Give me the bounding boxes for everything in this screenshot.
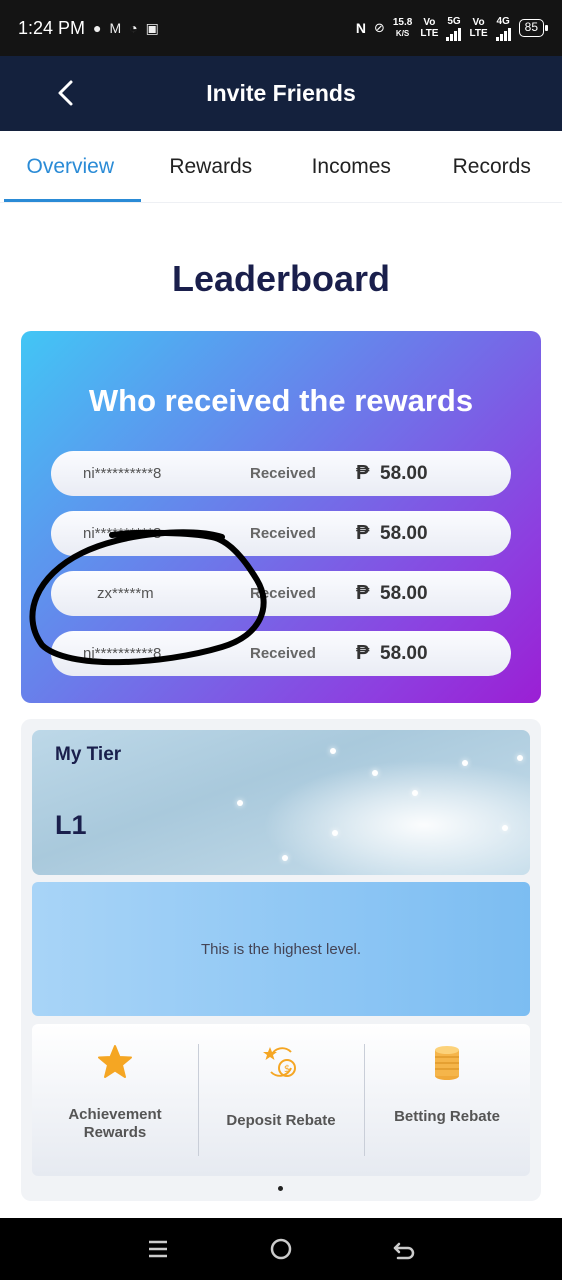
reward-status: Received	[250, 465, 316, 482]
tab-bar: Overview Rewards Incomes Records	[0, 131, 562, 203]
tab-rewards-label: Rewards	[169, 154, 253, 178]
system-nav-bar	[0, 1218, 562, 1280]
benefit-label: Betting Rebate	[394, 1108, 500, 1125]
volte-2-top: Vo	[472, 17, 485, 28]
speed-unit: K/S	[395, 29, 410, 38]
sparkle-icon	[237, 800, 243, 806]
sparkle-icon	[462, 760, 468, 766]
rewards-heading: Who received the rewards	[88, 383, 474, 418]
reward-user: ni**********8	[83, 645, 162, 662]
volte-1: Vo LTE	[420, 17, 438, 39]
deposit-rebate-icon: $	[261, 1042, 301, 1082]
page-title: Invite Friends	[206, 80, 356, 106]
reward-amount: 58.00	[380, 582, 428, 604]
benefit-label: Achievement Rewards	[68, 1106, 162, 1141]
sparkle-icon	[412, 790, 418, 796]
signal-bars-icon	[446, 27, 462, 41]
chat-notification-icon: ●	[93, 20, 102, 36]
tab-incomes-label: Incomes	[311, 154, 391, 178]
reward-status: Received	[250, 525, 316, 542]
peso-icon: ₱	[356, 462, 370, 484]
sparkle-glow	[262, 760, 530, 875]
status-bar: 1:24 PM ● M ◔ ▣ N ⊘ 15.8 K/S Vo LTE 5G V…	[0, 0, 562, 56]
reward-amount: 58.00	[380, 462, 428, 484]
volte-1-top: Vo	[423, 17, 436, 28]
leaderboard-title: Leaderboard	[171, 258, 391, 299]
signal-4g: 4G	[495, 15, 511, 41]
sparkle-icon	[282, 855, 288, 861]
tier-label: My Tier	[55, 744, 122, 765]
peso-icon: ₱	[356, 522, 370, 544]
benefits-row: Achievement Rewards $ Deposit Rebate Bet…	[32, 1024, 530, 1176]
peso-icon: ₱	[356, 582, 370, 604]
volte-2-bottom: LTE	[469, 28, 488, 39]
signal-4g-label: 4G	[496, 15, 510, 27]
battery-level: 85	[524, 20, 538, 34]
reward-status: Received	[250, 645, 316, 662]
peso-icon: ₱	[356, 642, 370, 664]
mail-icon: M	[109, 20, 122, 36]
app-notification-icon: ▣	[145, 19, 159, 36]
tab-overview-label: Overview	[26, 154, 115, 178]
battery-icon: 85	[518, 19, 549, 37]
volte-1-bottom: LTE	[420, 28, 439, 39]
benefit-label: Deposit Rebate	[226, 1112, 336, 1129]
volte-2: Vo LTE	[469, 17, 487, 39]
rewards-card: Who received the rewards ni**********8 R…	[21, 331, 541, 703]
nfc-icon: N	[355, 20, 366, 36]
app-header: Invite Friends	[0, 56, 562, 131]
tier-level: L1	[55, 810, 87, 840]
sparkle-icon	[502, 825, 508, 831]
bell-icon: ◔	[129, 20, 138, 36]
reward-user: ni**********8	[83, 525, 162, 542]
speed-value: 15.8	[392, 17, 413, 28]
status-time: 1:24 PM	[18, 17, 86, 38]
tier-panel: My Tier L1 This is the highest level. Ac…	[21, 719, 541, 1201]
menu-icon[interactable]	[144, 1235, 172, 1263]
tab-rewards[interactable]: Rewards	[141, 131, 282, 202]
list-item: zx*****m Received ₱ 58.00	[51, 571, 511, 616]
back-icon[interactable]	[390, 1235, 418, 1263]
sparkle-icon	[517, 755, 523, 761]
highest-level-message: This is the highest level.	[200, 940, 362, 958]
benefit-betting-rebate[interactable]: Betting Rebate	[364, 1024, 530, 1176]
reward-status: Received	[250, 585, 316, 602]
signal-bars-icon	[495, 27, 511, 41]
tab-incomes[interactable]: Incomes	[281, 131, 422, 202]
list-item: ni**********8 Received ₱ 58.00	[51, 511, 511, 556]
star-icon	[95, 1042, 135, 1082]
svg-text:$: $	[284, 1064, 290, 1075]
coin-stack-icon	[427, 1042, 467, 1082]
home-icon[interactable]	[267, 1235, 295, 1263]
reward-amount: 58.00	[380, 522, 428, 544]
tab-records[interactable]: Records	[422, 131, 562, 202]
tier-card: My Tier L1	[32, 730, 530, 875]
reward-user: ni**********8	[83, 465, 162, 482]
network-speed: 15.8 K/S	[393, 17, 412, 39]
benefit-achievement-rewards[interactable]: Achievement Rewards	[32, 1024, 198, 1176]
chevron-left-icon[interactable]	[52, 78, 82, 108]
tab-overview[interactable]: Overview	[0, 131, 141, 202]
sparkle-icon	[332, 830, 338, 836]
reward-amount: 58.00	[380, 642, 428, 664]
list-item: ni**********8 Received ₱ 58.00	[51, 451, 511, 496]
tab-records-label: Records	[452, 154, 531, 178]
benefit-deposit-rebate[interactable]: $ Deposit Rebate	[198, 1024, 364, 1176]
sparkle-icon	[330, 748, 336, 754]
signal-5g: 5G	[446, 15, 462, 41]
sparkle-icon	[372, 770, 378, 776]
mute-icon: ⊘	[373, 20, 385, 35]
highest-level-banner: This is the highest level.	[32, 882, 530, 1016]
signal-5g-label: 5G	[447, 15, 461, 27]
reward-user: zx*****m	[97, 585, 154, 602]
pagination-dot	[278, 1186, 283, 1191]
list-item: ni**********8 Received ₱ 58.00	[51, 631, 511, 676]
